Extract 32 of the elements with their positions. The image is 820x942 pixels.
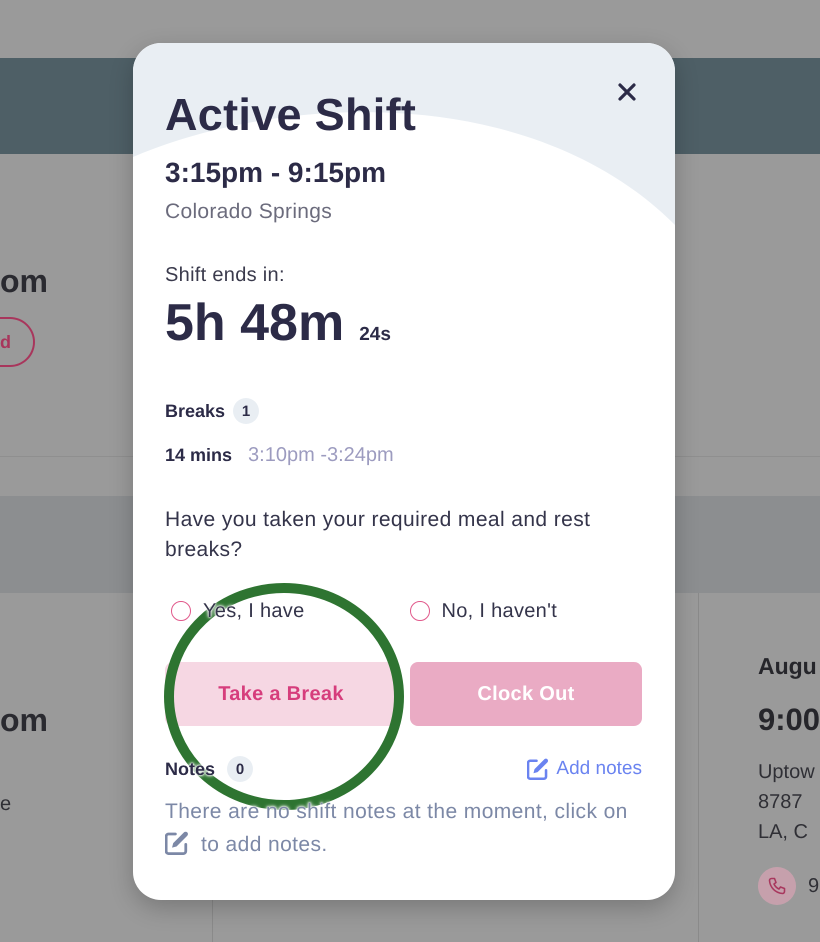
take-break-button[interactable]: Take a Break bbox=[165, 662, 397, 726]
close-icon bbox=[616, 81, 638, 103]
question-text: Have you taken your required meal and rest breaks? bbox=[165, 507, 592, 563]
time-text: om bbox=[0, 702, 48, 738]
phone-icon[interactable] bbox=[758, 867, 796, 905]
break-duration: 14 mins bbox=[165, 444, 232, 467]
status-pill[interactable]: d bbox=[0, 317, 35, 367]
close-button[interactable] bbox=[616, 81, 638, 103]
date-text: Augu bbox=[758, 652, 817, 680]
edit-icon bbox=[527, 758, 550, 780]
count-badge: 0 bbox=[227, 756, 254, 782]
countdown-value: 5h 48m bbox=[165, 295, 344, 351]
edit-icon bbox=[165, 831, 189, 855]
add-notes-link[interactable]: Add notes bbox=[527, 758, 642, 780]
countdown-seconds: 24s bbox=[359, 324, 391, 346]
count-badge: 1 bbox=[233, 398, 260, 424]
countdown-label: Shift ends in: bbox=[165, 263, 285, 288]
breaks-label: Breaks bbox=[165, 400, 226, 422]
time-text: 9:00 bbox=[758, 702, 820, 738]
dialog-title: Active Shift bbox=[165, 90, 416, 140]
time-text: om bbox=[0, 263, 48, 299]
option-label[interactable]: No, I haven't bbox=[442, 600, 558, 622]
phone-number: 9 bbox=[808, 874, 820, 898]
radio-button[interactable] bbox=[171, 601, 191, 621]
location-text: Colorado Springs bbox=[165, 199, 332, 225]
address-line: Uptow bbox=[758, 760, 815, 785]
detail-text: e bbox=[0, 792, 12, 816]
address-line: LA, C bbox=[758, 820, 808, 845]
break-time-range: 3:10pm -3:24pm bbox=[248, 443, 394, 467]
address-line: 8787 bbox=[758, 790, 802, 815]
shift-time-range: 3:15pm - 9:15pm bbox=[165, 156, 386, 190]
radio-button[interactable] bbox=[410, 601, 430, 621]
